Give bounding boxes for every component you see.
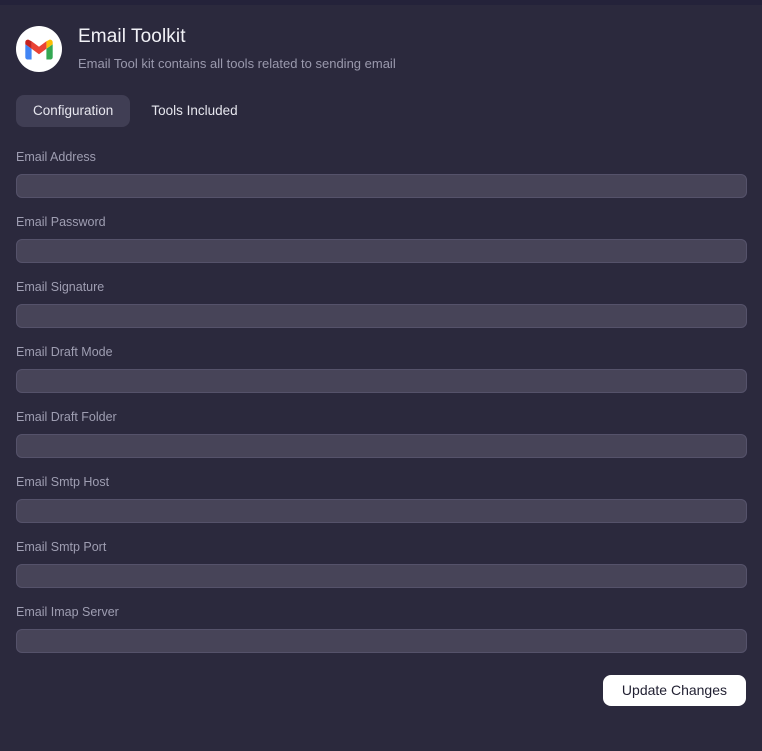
label-email-password: Email Password [16,215,106,229]
email-signature-input[interactable] [16,304,747,328]
tab-configuration[interactable]: Configuration [16,95,131,127]
label-email-signature: Email Signature [16,280,105,294]
email-imap-server-input[interactable] [16,629,747,653]
update-changes-button[interactable]: Update Changes [602,675,746,706]
email-draft-folder-input[interactable] [16,434,747,458]
label-email-smtp-host: Email Smtp Host [16,475,110,489]
label-email-draft-mode: Email Draft Mode [16,345,113,359]
field-email-address: Email Address [16,149,747,198]
form-footer: Update Changes [16,675,746,706]
email-address-input[interactable] [16,174,747,198]
tab-bar: Configuration Tools Included [16,95,762,127]
field-email-password: Email Password [16,214,747,263]
tab-tools-included[interactable]: Tools Included [134,95,254,127]
page-subtitle: Email Tool kit contains all tools relate… [78,56,396,71]
configuration-form: Email Address Email Password Email Signa… [16,149,747,653]
email-smtp-port-input[interactable] [16,564,747,588]
email-password-input[interactable] [16,239,747,263]
field-email-draft-mode: Email Draft Mode [16,344,747,393]
label-email-draft-folder: Email Draft Folder [16,410,117,424]
email-smtp-host-input[interactable] [16,499,747,523]
label-email-address: Email Address [16,150,96,164]
email-draft-mode-input[interactable] [16,369,747,393]
field-email-smtp-port: Email Smtp Port [16,539,747,588]
field-email-signature: Email Signature [16,279,747,328]
app-page: Email Toolkit Email Tool kit contains al… [0,5,762,751]
page-title: Email Toolkit [78,26,186,47]
gmail-icon [16,26,62,72]
label-email-smtp-port: Email Smtp Port [16,540,107,554]
field-email-imap-server: Email Imap Server [16,604,747,653]
field-email-smtp-host: Email Smtp Host [16,474,747,523]
label-email-imap-server: Email Imap Server [16,605,119,619]
app-header-text: Email Toolkit Email Tool kit contains al… [78,23,396,73]
app-header: Email Toolkit Email Tool kit contains al… [0,5,762,73]
field-email-draft-folder: Email Draft Folder [16,409,747,458]
